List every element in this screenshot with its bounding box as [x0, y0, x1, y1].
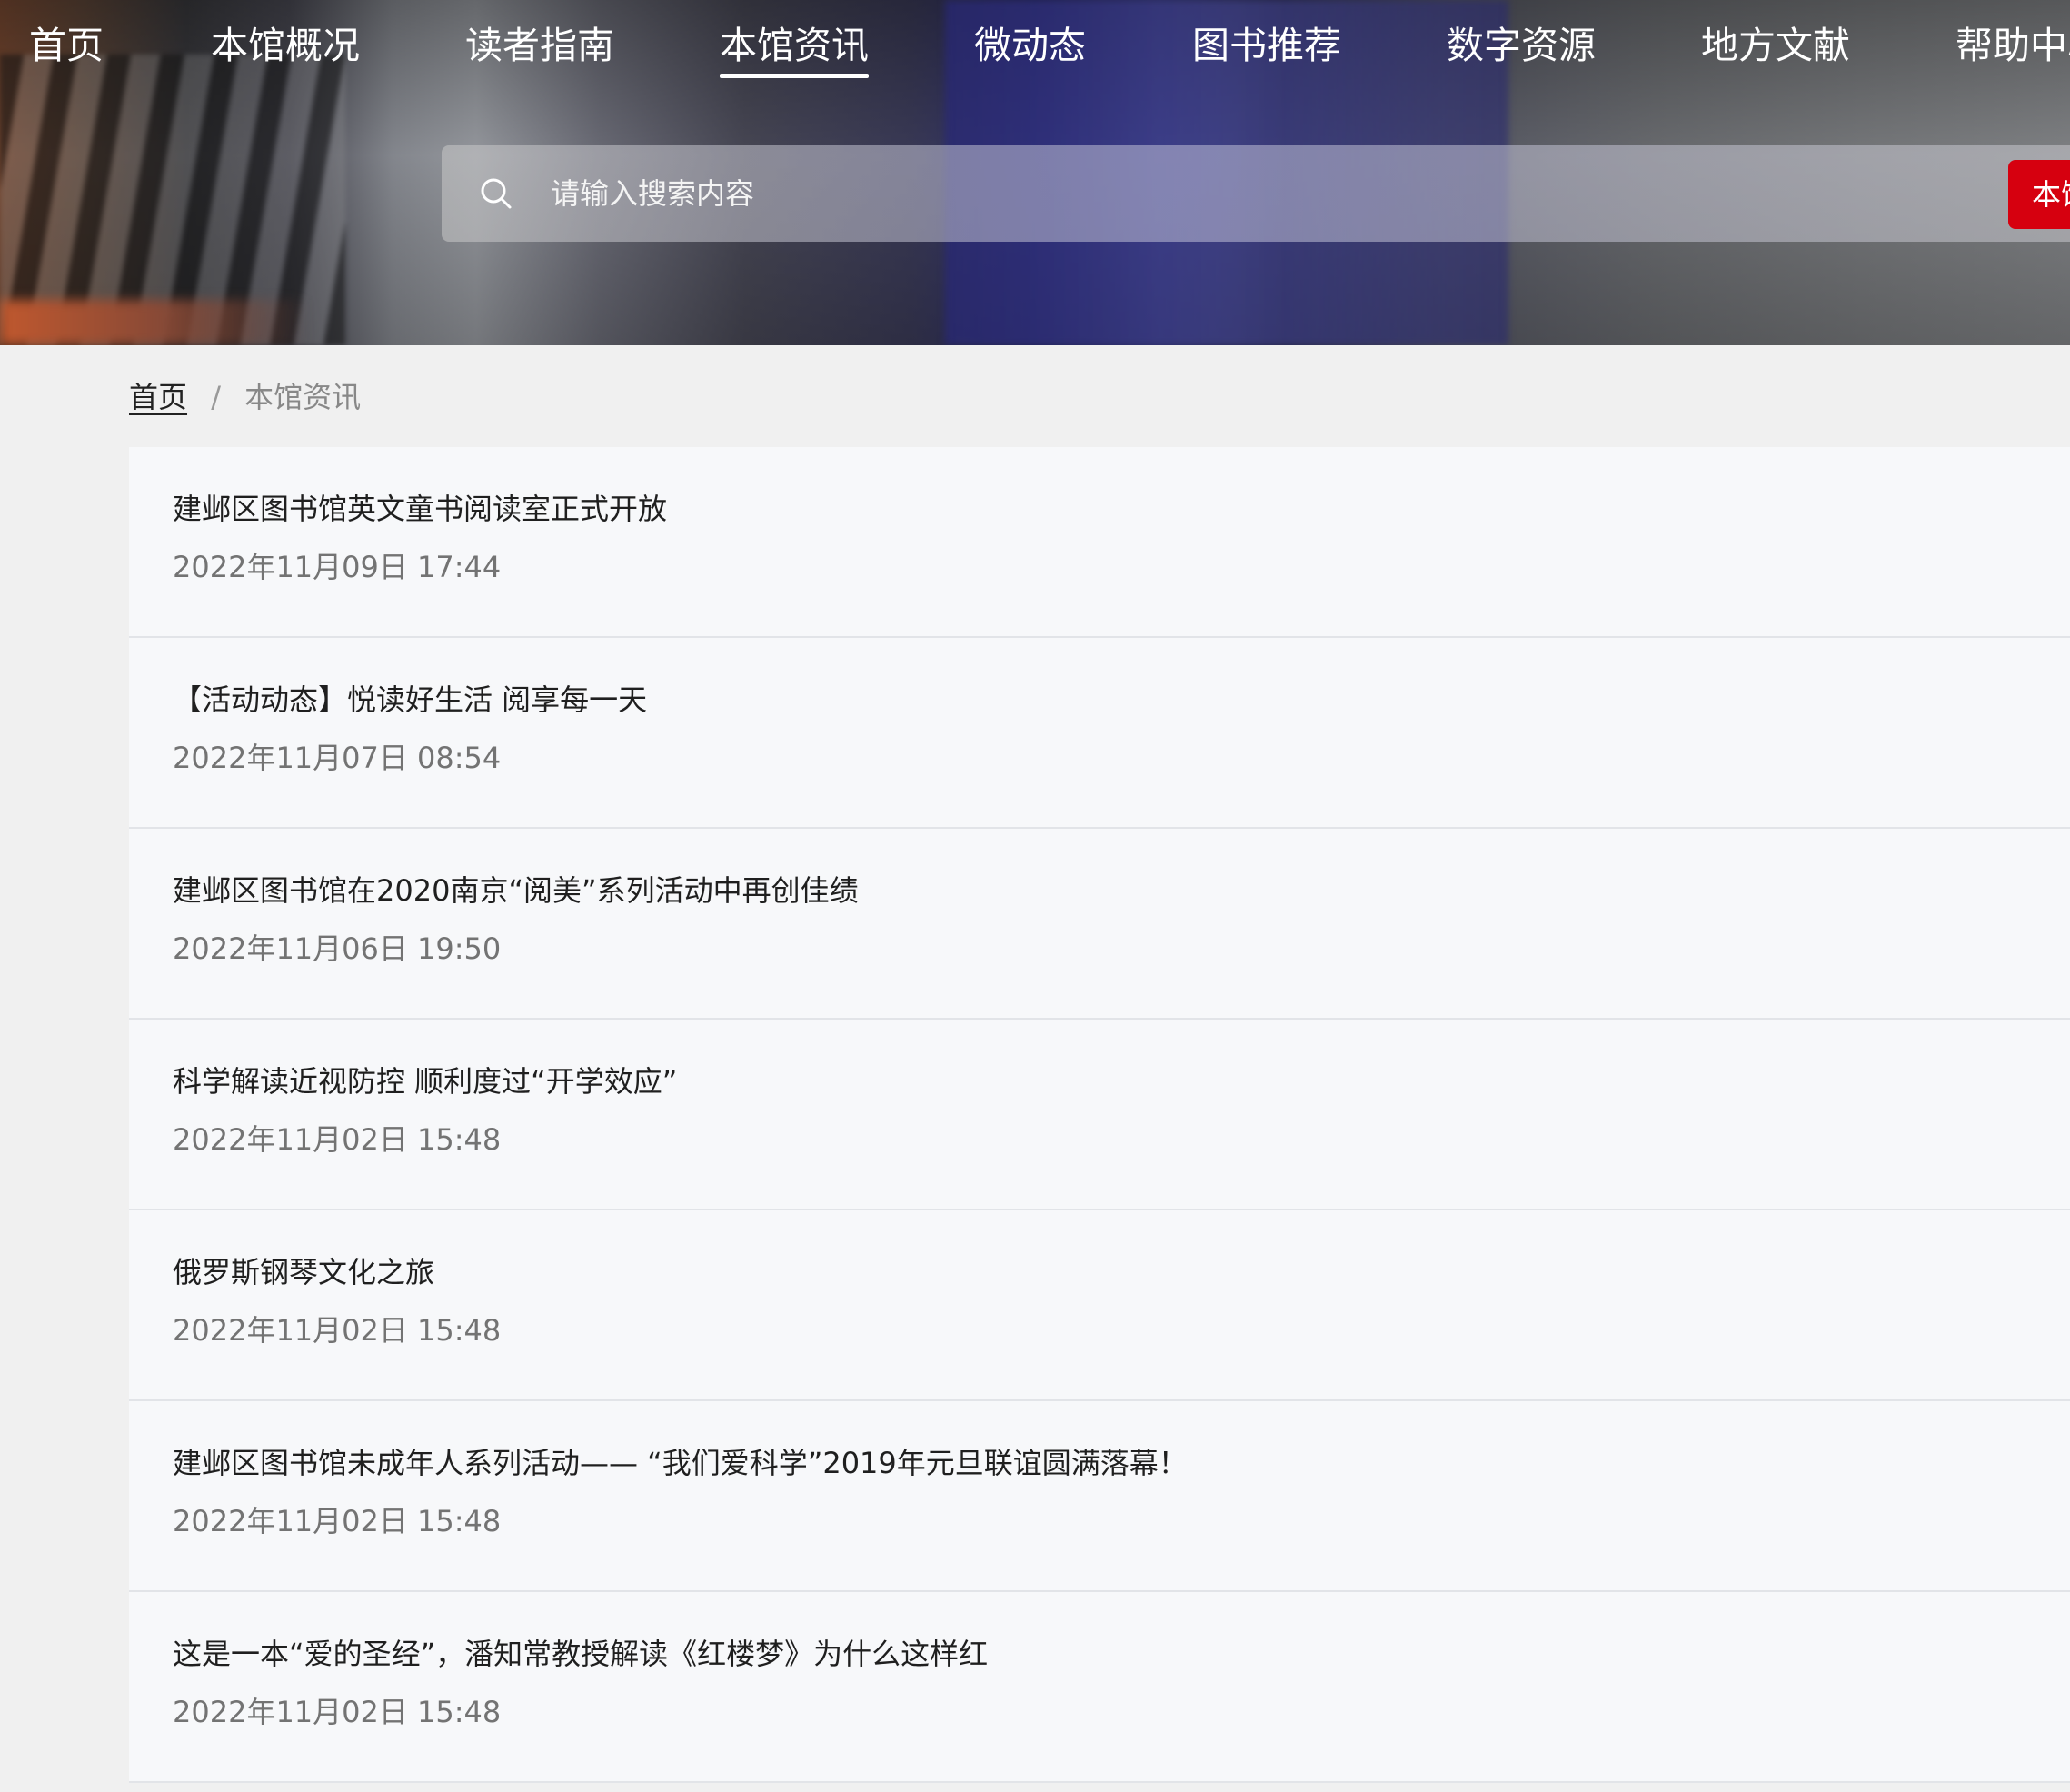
- news-list-item[interactable]: 建邺区图书馆在2020南京“阅美”系列活动中再创佳绩 2022年11月06日 1…: [129, 829, 2070, 1020]
- news-list-item[interactable]: 俄罗斯钢琴文化之旅 2022年11月02日 15:48: [129, 1210, 2070, 1401]
- search-scope-button[interactable]: 本馆: [2008, 160, 2070, 229]
- news-list-item[interactable]: 建邺区图书馆未成年人系列活动—— “我们爱科学”2019年元旦联谊圆满落幕！ 2…: [129, 1401, 2070, 1592]
- nav-item-local-documents[interactable]: 地方文献: [1701, 20, 1850, 78]
- news-list-item[interactable]: 【活动动态】悦读好生活 阅享每一天 2022年11月07日 08:54: [129, 638, 2070, 829]
- news-list-item[interactable]: 这是一本“爱的圣经”，潘知常教授解读《红楼梦》为什么这样红 2022年11月02…: [129, 1592, 2070, 1783]
- nav-item-home[interactable]: 首页: [29, 20, 104, 78]
- news-title[interactable]: 建邺区图书馆未成年人系列活动—— “我们爱科学”2019年元旦联谊圆满落幕！: [173, 1441, 1188, 1485]
- news-title[interactable]: 科学解读近视防控 顺利度过“开学效应”: [173, 1060, 677, 1103]
- breadcrumb: 首页 / 本馆资讯: [129, 374, 361, 420]
- main-nav: 首页 本馆概况 读者指南 本馆资讯 微动态 图书推荐 数字资源 地方文献 帮助中…: [0, 0, 2070, 91]
- nav-item-reader-guide[interactable]: 读者指南: [465, 20, 614, 78]
- nav-item-overview[interactable]: 本馆概况: [211, 20, 360, 78]
- nav-item-micro-updates[interactable]: 微动态: [974, 20, 1086, 78]
- nav-item-book-recommend[interactable]: 图书推荐: [1192, 20, 1341, 78]
- hero-banner: 首页 本馆概况 读者指南 本馆资讯 微动态 图书推荐 数字资源 地方文献 帮助中…: [0, 0, 2070, 345]
- news-date: 2022年11月07日 08:54: [173, 741, 502, 775]
- news-title[interactable]: 建邺区图书馆在2020南京“阅美”系列活动中再创佳绩: [173, 869, 859, 912]
- hero-background-floor: [0, 300, 309, 345]
- search-icon[interactable]: [478, 175, 514, 212]
- nav-item-digital-resources[interactable]: 数字资源: [1447, 20, 1596, 78]
- news-title[interactable]: 俄罗斯钢琴文化之旅: [173, 1250, 434, 1294]
- news-date: 2022年11月02日 15:48: [173, 1695, 502, 1729]
- news-title[interactable]: 【活动动态】悦读好生活 阅享每一天: [173, 678, 647, 722]
- breadcrumb-current: 本馆资讯: [244, 380, 362, 414]
- search-input[interactable]: [549, 145, 1512, 242]
- news-list-item[interactable]: 建邺区图书馆英文童书阅读室正式开放 2022年11月09日 17:44: [129, 447, 2070, 638]
- news-list-item[interactable]: 科学解读近视防控 顺利度过“开学效应” 2022年11月02日 15:48: [129, 1020, 2070, 1210]
- news-date: 2022年11月06日 19:50: [173, 931, 502, 966]
- search-bar: [442, 145, 2070, 242]
- news-date: 2022年11月09日 17:44: [173, 550, 502, 584]
- breadcrumb-home-link[interactable]: 首页: [129, 380, 187, 414]
- news-date: 2022年11月02日 15:48: [173, 1122, 502, 1157]
- news-date: 2022年11月02日 15:48: [173, 1313, 502, 1348]
- news-title[interactable]: 建邺区图书馆英文童书阅读室正式开放: [173, 487, 667, 531]
- news-title[interactable]: 这是一本“爱的圣经”，潘知常教授解读《红楼梦》为什么这样红: [173, 1632, 988, 1676]
- nav-item-library-news[interactable]: 本馆资讯: [720, 20, 869, 78]
- news-list: 建邺区图书馆英文童书阅读室正式开放 2022年11月09日 17:44 【活动动…: [129, 447, 2070, 1783]
- breadcrumb-separator: /: [211, 380, 221, 414]
- nav-item-help-center[interactable]: 帮助中心: [1956, 20, 2070, 78]
- news-date: 2022年11月02日 15:48: [173, 1504, 502, 1538]
